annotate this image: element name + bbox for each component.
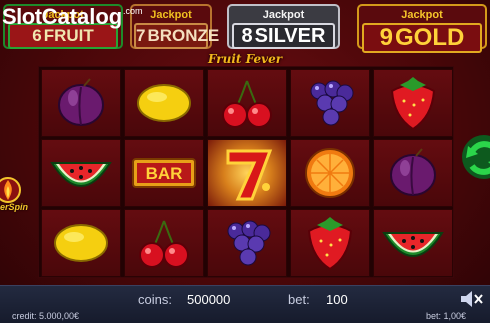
bonus-spin-label[interactable]: erSpin	[0, 202, 28, 212]
symbol-bar: BAR	[124, 139, 204, 207]
bottom-bar: coins: 500000 bet: 100 credit: 5.000,00€…	[0, 285, 490, 323]
lemon-icon	[137, 84, 191, 122]
jackpot-label: Jackpot	[150, 9, 192, 21]
symbol-lemon	[124, 69, 204, 137]
symbol-watermelon	[373, 209, 453, 277]
bar-icon: BAR	[132, 158, 196, 188]
cherry-icon	[222, 80, 272, 128]
watermark-com: .com	[123, 6, 143, 16]
symbol-watermelon	[41, 139, 121, 207]
watermelon-icon	[382, 232, 444, 257]
lemon-icon	[54, 224, 108, 262]
watermelon-icon	[50, 162, 112, 187]
symbol-strawberry	[373, 69, 453, 137]
symbol-plum	[373, 139, 453, 207]
slot-game-screen: SlotCatalog .com Jackpot 6 FRUIT Jackpot …	[0, 0, 490, 323]
symbol-cherry	[124, 209, 204, 277]
watermark-catalog: Catalog	[41, 4, 123, 29]
credit-display: credit: 5.000,00€	[12, 311, 80, 321]
speaker-muted-icon[interactable]	[458, 289, 484, 309]
grapes-icon	[227, 220, 271, 266]
refresh-arrows-icon[interactable]	[458, 132, 490, 182]
symbol-grapes	[207, 209, 287, 277]
symbol-strawberry	[290, 209, 370, 277]
jackpot-value: 8 SILVER	[232, 23, 335, 49]
symbol-grapes	[290, 69, 370, 137]
jackpot-gold: Jackpot 9GOLD	[357, 4, 487, 53]
symbol-cherry	[207, 69, 287, 137]
strawberry-icon	[307, 217, 353, 271]
symbol-orange	[290, 139, 370, 207]
jackpot-silver: Jackpot 8 SILVER	[227, 4, 340, 49]
jackpot-label: Jackpot	[401, 9, 443, 21]
coins-value[interactable]: 500000	[187, 292, 230, 307]
bar-text: BAR	[146, 164, 183, 183]
game-title: Fruit Fever	[207, 52, 283, 66]
grapes-icon	[310, 80, 354, 126]
bet-value[interactable]: 100	[326, 292, 348, 307]
strawberry-icon	[390, 77, 436, 131]
cherry-icon	[139, 220, 189, 268]
reels-grid: BAR	[38, 66, 454, 278]
symbol-lemon	[41, 209, 121, 277]
symbol-seven	[207, 139, 287, 207]
seven-icon	[226, 149, 273, 201]
jackpot-value: 7 BRONZE	[134, 23, 219, 49]
orange-icon	[305, 148, 355, 198]
bet-label: bet:	[288, 292, 310, 307]
symbol-plum	[41, 69, 121, 137]
plum-icon	[390, 148, 436, 196]
jackpot-value: 9GOLD	[362, 23, 482, 53]
watermark-slot: Slot	[2, 4, 42, 29]
coins-label: coins:	[138, 292, 172, 307]
jackpot-label: Jackpot	[262, 9, 305, 21]
watermark-logo: SlotCatalog .com	[2, 4, 143, 30]
plum-icon	[58, 78, 104, 126]
bet-money-display: bet: 1,00€	[426, 311, 467, 321]
